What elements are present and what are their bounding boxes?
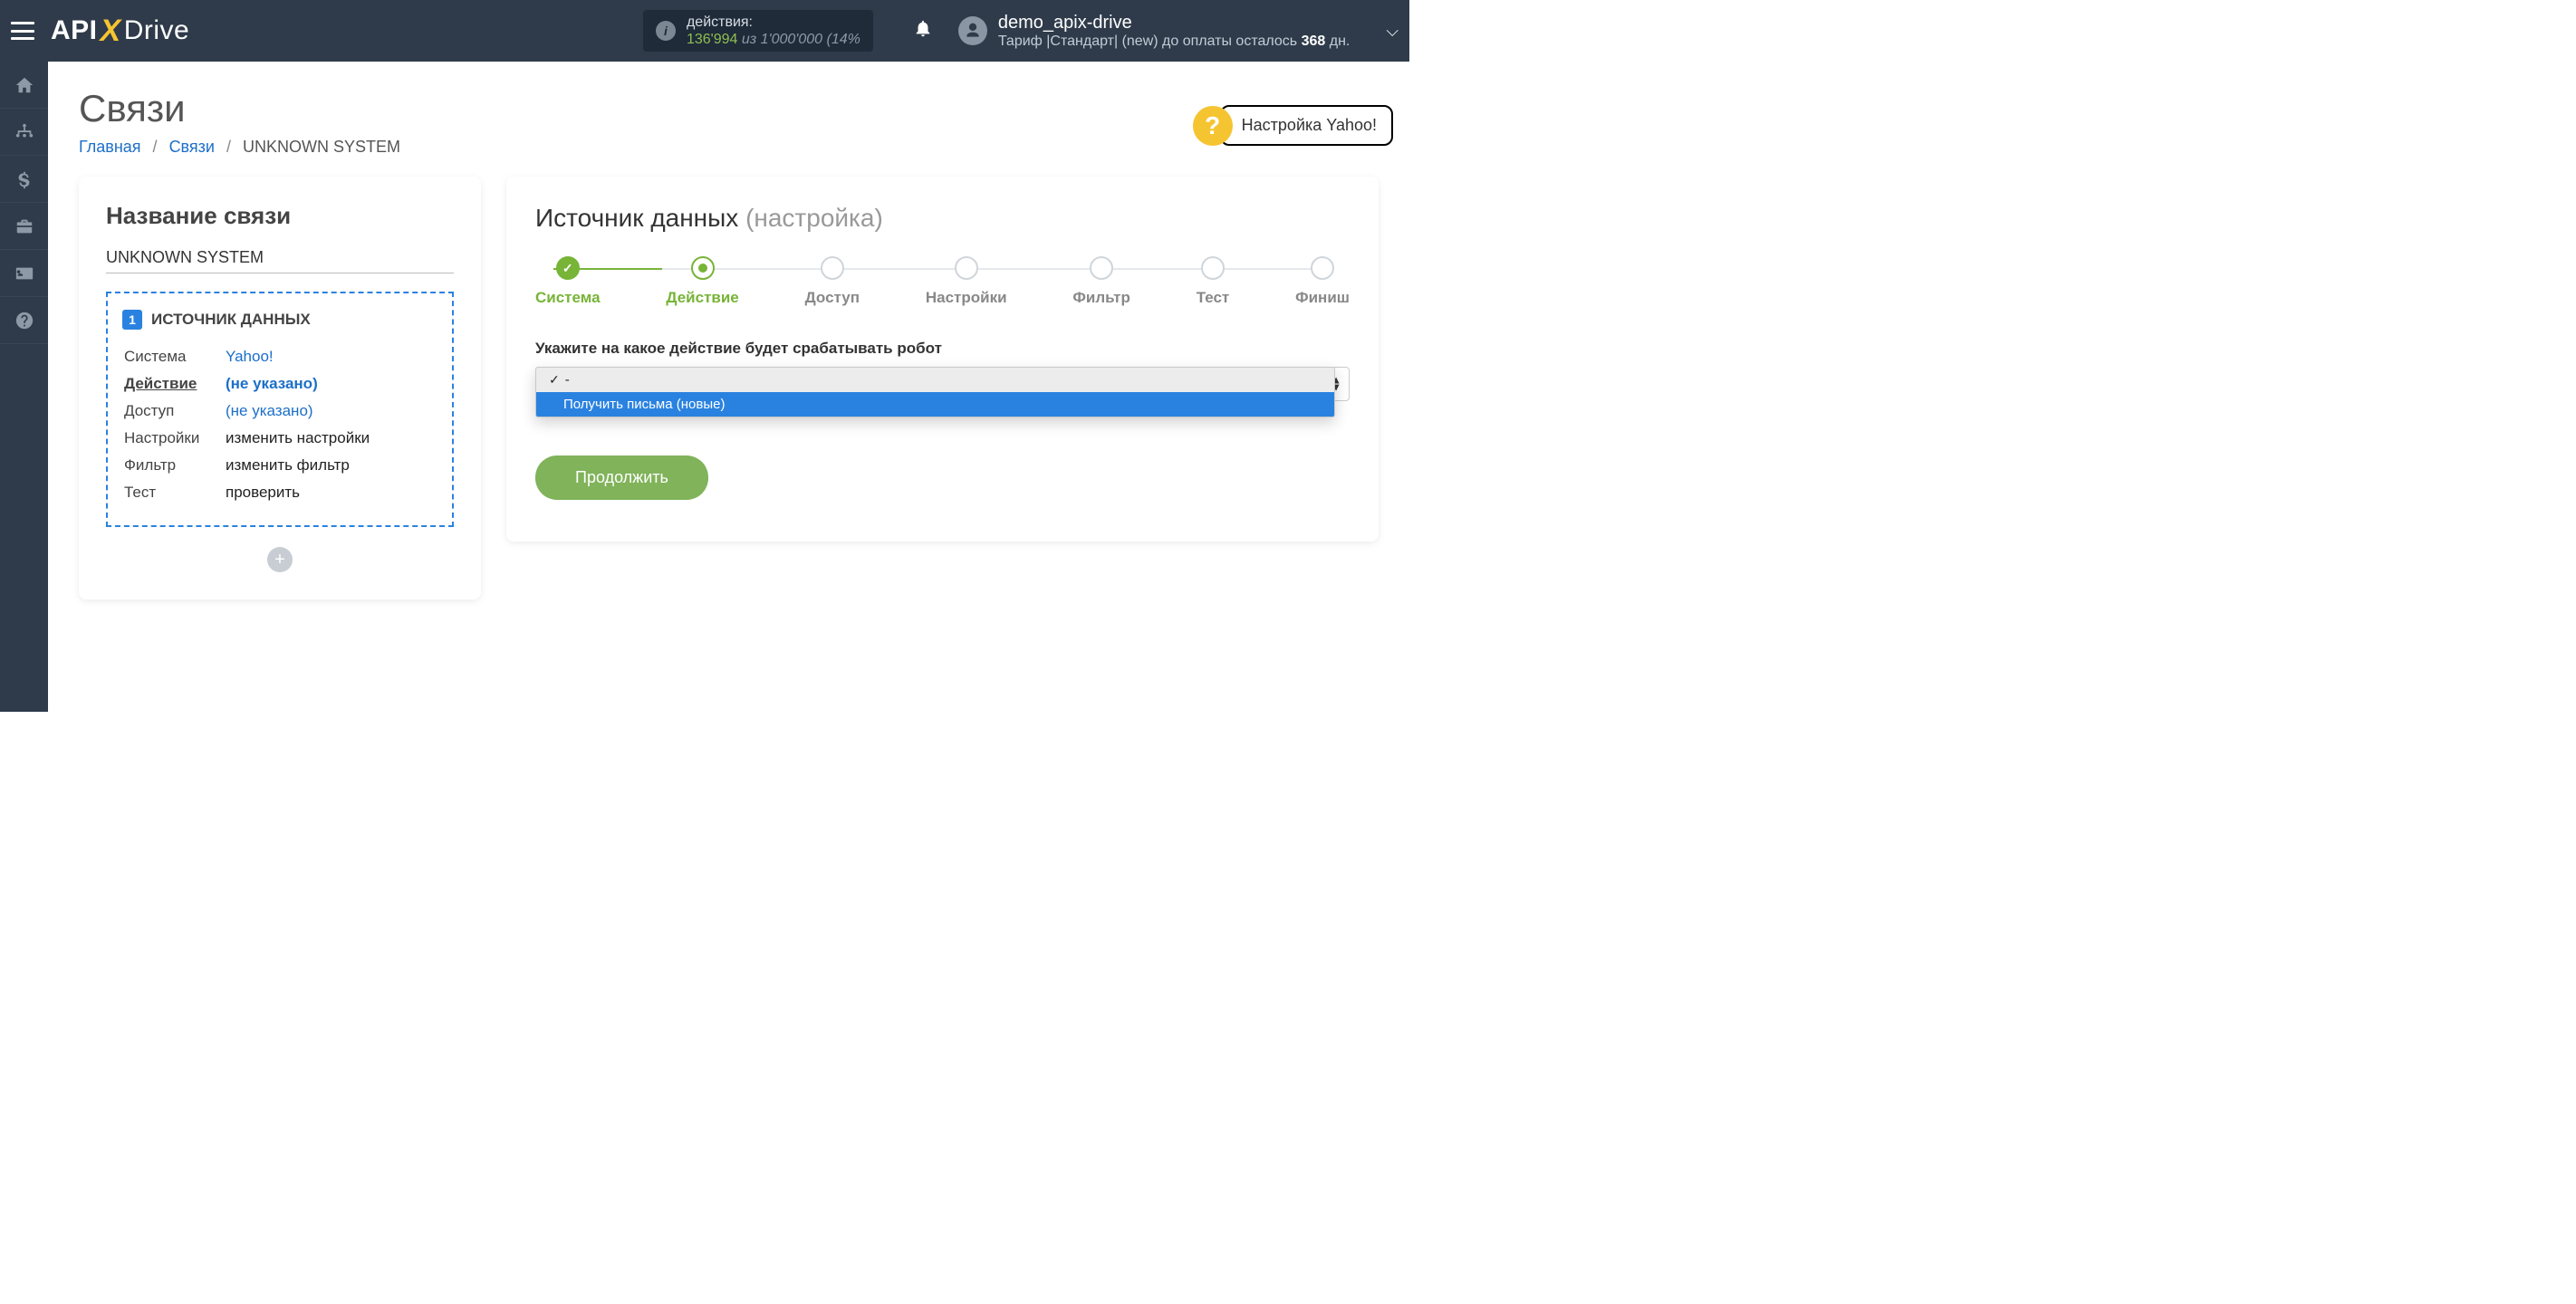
data-source-header: 1 ИСТОЧНИК ДАННЫХ [122,310,437,330]
breadcrumb-links[interactable]: Связи [169,138,215,156]
step-test[interactable]: Тест [1197,256,1230,307]
sidebar [0,62,48,712]
avatar-icon [958,16,987,45]
username: demo_apix-drive [998,13,1350,34]
topbar: APIXDrive i действия: 136'994 из 1'000'0… [0,0,1409,62]
card-data-source-setup: Источник данных (настройка) Система Дейс… [506,177,1379,542]
dropdown-option-blank[interactable]: - [536,368,1334,392]
hamburger-icon[interactable] [11,22,34,40]
value-filter: изменить фильтр [226,453,436,478]
user-text: demo_apix-drive Тариф |Стандарт| (new) д… [998,13,1350,50]
main: Связи Главная / Связи / UNKNOWN SYSTEM ?… [48,62,1409,712]
page-title: Связи [79,87,1379,130]
bell-icon[interactable] [913,18,933,43]
actions-total: 1'000'000 [761,32,822,47]
settings-table: Система Yahoo! Действие (не указано) Дос… [122,342,437,507]
stepper: Система Действие Доступ Настройки Фильтр… [535,256,1350,307]
value-test: проверить [226,480,436,505]
sidebar-home-icon[interactable] [0,62,48,109]
step-number-badge: 1 [122,310,142,330]
value-system[interactable]: Yahoo! [226,348,274,365]
plan-text: Тариф |Стандарт| (new) до оплаты осталос… [998,34,1350,50]
action-dropdown: - Получить письма (новые) [535,367,1335,417]
value-action[interactable]: (не указано) [226,375,318,392]
help-text: Настройка Yahoo! [1220,105,1393,146]
heading-main: Источник данных [535,204,745,232]
chevron-down-icon[interactable]: ⌵ [1350,22,1399,41]
action-select-wrap: ▲▼ - Получить письма (новые) [535,367,1350,401]
row-action: Действие (не указано) [124,371,436,397]
step-access[interactable]: Доступ [805,256,860,307]
row-filter: Фильтр изменить фильтр [124,453,436,478]
help-pill[interactable]: ? Настройка Yahoo! [1193,105,1393,146]
actions-text: действия: 136'994 из 1'000'000 (14% [687,14,860,48]
label-action: Действие [124,371,224,397]
label-access: Доступ [124,398,224,424]
heading-sub: (настройка) [745,204,883,232]
sidebar-briefcase-icon[interactable] [0,203,48,250]
label-settings: Настройки [124,426,224,451]
breadcrumb-home[interactable]: Главная [79,138,141,156]
continue-button[interactable]: Продолжить [535,455,708,500]
step-filter[interactable]: Фильтр [1072,256,1129,307]
actions-tail: (14% [827,32,860,47]
logo[interactable]: APIXDrive [51,14,189,49]
row-access: Доступ (не указано) [124,398,436,424]
info-icon: i [656,21,676,41]
connection-name-heading: Название связи [106,202,454,230]
dropdown-option-get-new-emails[interactable]: Получить письма (новые) [536,392,1334,417]
action-field-label: Укажите на какое действие будет срабатыв… [535,340,1350,358]
actions-counter[interactable]: i действия: 136'994 из 1'000'000 (14% [643,10,873,52]
value-settings: изменить настройки [226,426,436,451]
row-settings: Настройки изменить настройки [124,426,436,451]
breadcrumb-current: UNKNOWN SYSTEM [243,138,400,156]
help-icon: ? [1193,106,1233,146]
card-connection-name: Название связи 1 ИСТОЧНИК ДАННЫХ Система… [79,177,481,599]
step-system[interactable]: Система [535,256,601,307]
user-menu[interactable]: demo_apix-drive Тариф |Стандарт| (new) д… [958,13,1350,50]
row-test: Тест проверить [124,480,436,505]
breadcrumb: Главная / Связи / UNKNOWN SYSTEM [79,138,1379,157]
add-destination-button[interactable]: + [267,547,293,572]
connection-name-input[interactable] [106,243,454,273]
actions-of: из [742,32,756,47]
data-source-box: 1 ИСТОЧНИК ДАННЫХ Система Yahoo! Действи… [106,292,454,527]
label-filter: Фильтр [124,453,224,478]
sidebar-links-icon[interactable] [0,109,48,156]
data-source-heading: Источник данных (настройка) [535,204,1350,233]
sidebar-card-icon[interactable] [0,250,48,297]
row-system: Система Yahoo! [124,344,436,369]
sidebar-help-icon[interactable] [0,297,48,344]
data-source-title: ИСТОЧНИК ДАННЫХ [151,311,311,329]
value-access[interactable]: (не указано) [226,402,313,419]
sidebar-dollar-icon[interactable] [0,156,48,203]
actions-value: 136'994 [687,32,737,47]
step-finish[interactable]: Финиш [1295,256,1350,307]
step-settings[interactable]: Настройки [926,256,1007,307]
step-action[interactable]: Действие [666,256,738,307]
label-system: Система [124,344,224,369]
label-test: Тест [124,480,224,505]
actions-label: действия: [687,14,860,31]
